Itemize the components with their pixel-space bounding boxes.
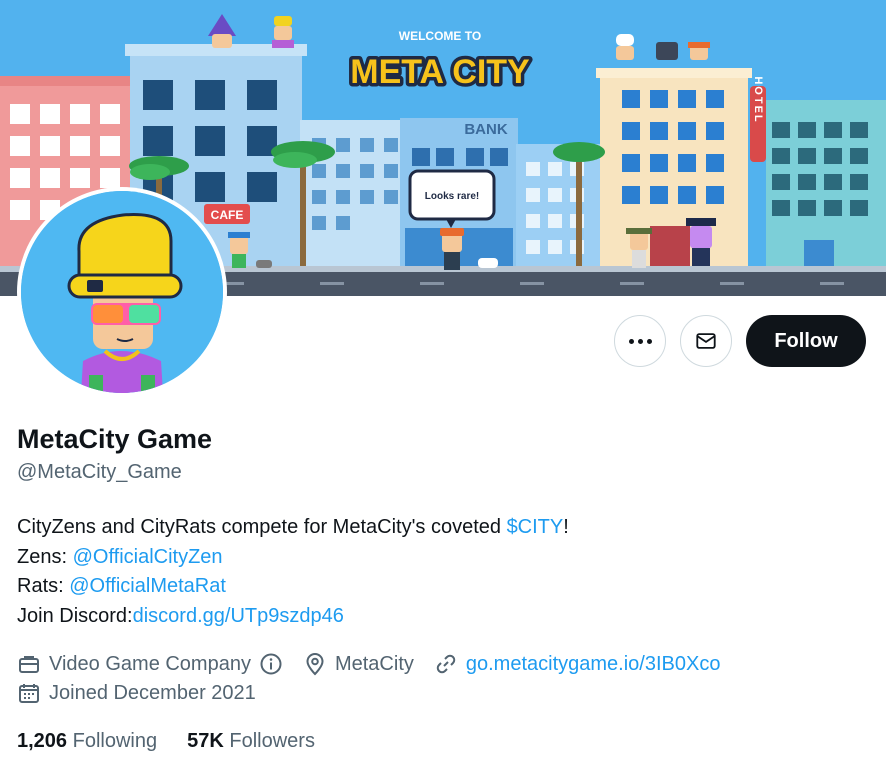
mention-link-metarat[interactable]: @OfficialMetaRat bbox=[69, 575, 226, 597]
follow-button[interactable]: Follow bbox=[746, 315, 866, 367]
bio-label-discord: Join Discord: bbox=[17, 604, 133, 627]
bio-label-zens: Zens: bbox=[17, 545, 73, 568]
profile-bio: CityZens and CityRats compete for MetaCi… bbox=[17, 513, 569, 631]
following-label: Following bbox=[72, 730, 158, 752]
profile-location: MetaCity bbox=[303, 652, 414, 676]
link-icon bbox=[436, 654, 456, 674]
bio-label-rats: Rats: bbox=[17, 575, 70, 597]
profile-avatar[interactable] bbox=[17, 187, 227, 397]
profile-joined-row: Joined December 2021 bbox=[17, 681, 276, 705]
banner-welcome-text: WELCOME TO bbox=[399, 29, 481, 43]
mention-link-cityzen[interactable]: @OfficialCityZen bbox=[73, 546, 223, 568]
message-button[interactable] bbox=[680, 315, 732, 367]
profile-handle: @MetaCity_Game bbox=[17, 461, 182, 483]
info-icon[interactable] bbox=[259, 652, 283, 676]
following-stat[interactable]: 1,206 Following bbox=[17, 730, 157, 753]
speech-bubble-text: Looks rare! bbox=[425, 191, 479, 202]
profile-category: Video Game Company bbox=[17, 652, 283, 676]
briefcase-icon bbox=[19, 656, 39, 673]
category-text: Video Game Company bbox=[49, 652, 251, 675]
bio-text-end: ! bbox=[563, 516, 569, 538]
joined-text: Joined December 2021 bbox=[49, 681, 256, 704]
follow-stats: 1,206 Following 57K Followers bbox=[17, 730, 345, 753]
bio-line-4: Join Discord:discord.gg/UTp9szdp46 bbox=[17, 602, 569, 632]
profile-name: MetaCity Game bbox=[17, 424, 213, 454]
cashtag-link[interactable]: $CITY bbox=[507, 516, 564, 538]
profile-meta-row: Video Game Company MetaCity go.metacityg… bbox=[17, 652, 740, 676]
cafe-sign: CAFE bbox=[211, 208, 244, 222]
website-link[interactable]: go.metacitygame.io/3IB0Xco bbox=[466, 653, 721, 676]
profile-joined: Joined December 2021 bbox=[17, 681, 256, 705]
followers-stat[interactable]: 57K Followers bbox=[187, 730, 315, 753]
calendar-icon bbox=[19, 684, 39, 703]
bank-sign: BANK bbox=[464, 121, 507, 138]
location-icon bbox=[306, 653, 324, 676]
mail-icon bbox=[696, 333, 716, 349]
followers-label: Followers bbox=[229, 730, 315, 752]
discord-link[interactable]: discord.gg/UTp9szdp46 bbox=[133, 605, 344, 627]
avatar-image bbox=[21, 191, 223, 393]
followers-count: 57K bbox=[187, 730, 224, 752]
location-text: MetaCity bbox=[334, 652, 414, 675]
more-icon bbox=[628, 338, 652, 344]
profile-website: go.metacitygame.io/3IB0Xco bbox=[434, 652, 721, 676]
hotel-sign: HOTEL bbox=[752, 76, 764, 123]
banner-title: META CITY bbox=[350, 53, 530, 91]
bio-line-3: Rats: @OfficialMetaRat bbox=[17, 572, 569, 602]
following-count: 1,206 bbox=[17, 730, 68, 752]
bio-text: CityZens and CityRats compete for MetaCi… bbox=[17, 516, 507, 538]
more-options-button[interactable] bbox=[614, 315, 666, 367]
bio-line-1: CityZens and CityRats compete for MetaCi… bbox=[17, 513, 569, 543]
bio-line-2: Zens: @OfficialCityZen bbox=[17, 543, 569, 573]
